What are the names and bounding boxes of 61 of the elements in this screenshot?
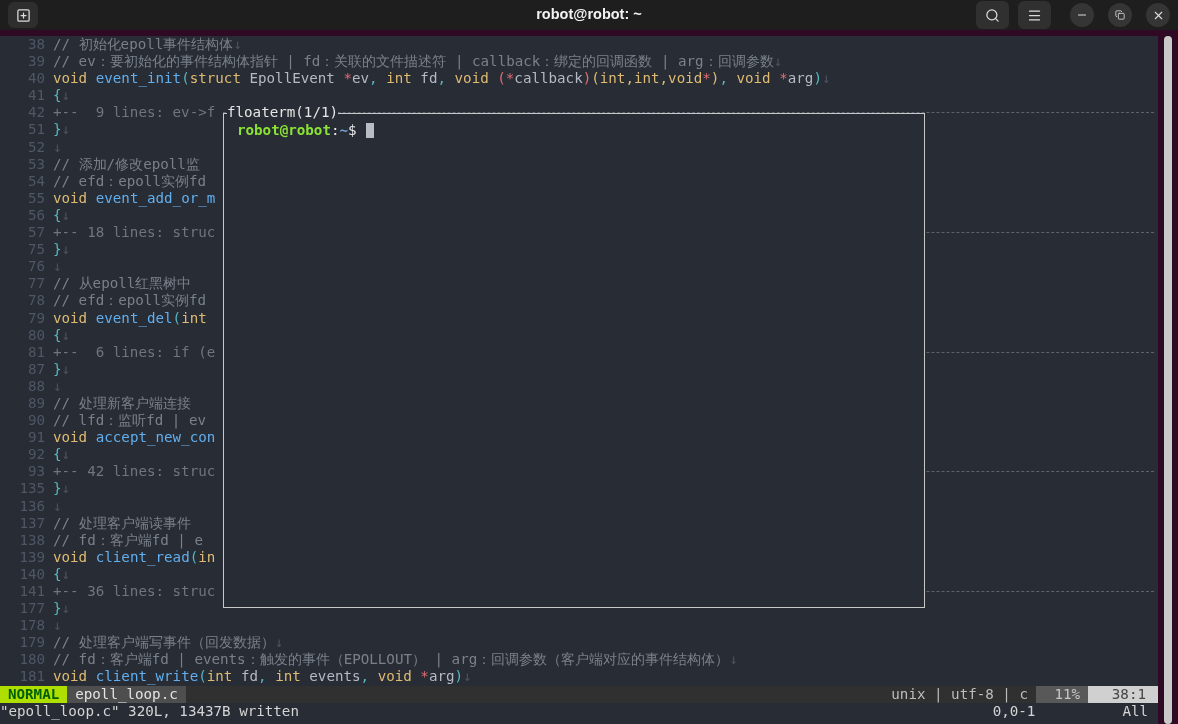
file-name: epoll_loop.c: [67, 685, 186, 703]
code-line: ↓: [53, 497, 62, 515]
add-tab-icon: [15, 7, 31, 23]
fold-line: +-- 42 lines: struc: [53, 463, 216, 481]
new-tab-button[interactable]: [8, 2, 38, 28]
cursor-position: 38:1: [1088, 685, 1158, 703]
fold-line: +-- 18 lines: struc: [53, 224, 216, 242]
code-line: {↓: [53, 446, 71, 464]
shell-prompt: robot@robot:~$: [237, 122, 357, 140]
code-line: void event_init(struct EpollEvent *ev, int fd, void (*callback)(int,int,void*), void *arg)↓: [53, 70, 831, 88]
menu-icon: [1027, 7, 1042, 23]
code-line: {↓: [53, 326, 71, 344]
code-line: // fd：客户端fd | e: [53, 531, 203, 549]
code-line: // 初始化epoll事件结构体↓: [53, 36, 242, 54]
code-line: }↓: [53, 360, 71, 378]
code-line: ↓: [53, 138, 62, 156]
code-line: void client_write(int fd, int events, void *arg)↓: [53, 668, 472, 686]
minimize-button[interactable]: [1070, 3, 1094, 27]
code-line: // fd：客户端fd | events：触发的事件（EPOLLOUT） | arg：回调参数（客户端对应的事件结构体）↓: [53, 651, 738, 669]
code-line: // 添加/修改epoll监: [53, 155, 200, 173]
code-line: // efd：epoll实例fd: [53, 172, 207, 190]
code-line: // lfd：监听fd | ev: [53, 412, 207, 430]
search-icon: [985, 7, 1000, 23]
scroll-position: All: [1122, 702, 1148, 720]
code-line: ↓: [53, 258, 62, 276]
code-line: // ev：要初始化的事件结构体指针 | fd：关联的文件描述符 | callback：绑定的回调函数 | arg：回调参数↓: [53, 53, 783, 71]
ruler-text: 0,0-1: [992, 702, 1036, 720]
file-info: unix | utf-8 | c: [890, 685, 1029, 703]
code-line: ↓: [53, 617, 62, 635]
code-line: void client_read(in: [53, 548, 216, 566]
fold-line: +-- 9 lines: ev->f: [53, 104, 216, 122]
code-line: {↓: [53, 565, 71, 583]
fold-line: +-- 6 lines: if (e: [53, 343, 216, 361]
code-line: {↓: [53, 206, 71, 225]
restore-icon: [1115, 10, 1125, 20]
window-title: robot@robot: ~: [536, 5, 642, 25]
menu-button[interactable]: [1018, 1, 1051, 29]
code-line: ↓: [53, 377, 62, 395]
code-line: // 处理客户端读事件: [53, 514, 191, 532]
command-message: "epoll_loop.c" 320L, 13437B written: [0, 702, 299, 720]
mode-indicator: NORMAL: [0, 685, 68, 703]
code-line: // 从epoll红黑树中: [53, 275, 192, 293]
cursor-block: [365, 123, 374, 139]
search-button[interactable]: [976, 1, 1009, 29]
close-button[interactable]: [1146, 3, 1170, 27]
code-line: }↓: [53, 600, 71, 618]
code-line: {↓: [53, 87, 71, 105]
code-line: void accept_new_con: [53, 429, 216, 447]
code-line: // 处理客户端写事件（回发数据）↓: [53, 634, 284, 652]
scrollbar-thumb[interactable]: [1164, 36, 1172, 724]
terminal-title: floaterm(1/1): [227, 104, 339, 122]
scroll-percent: 11%: [1036, 685, 1088, 703]
code-line: void event_add_or_m: [53, 189, 216, 207]
code-line: // efd：epoll实例fd: [53, 292, 207, 310]
code-line: // 处理新客户端连接: [53, 394, 191, 413]
code-line: }↓: [53, 241, 71, 259]
code-line: void event_del(int: [53, 309, 207, 327]
fold-line: +-- 36 lines: struc: [53, 583, 216, 601]
code-line: }↓: [53, 121, 71, 139]
code-line: }↓: [53, 480, 71, 498]
restore-button[interactable]: [1108, 3, 1132, 27]
